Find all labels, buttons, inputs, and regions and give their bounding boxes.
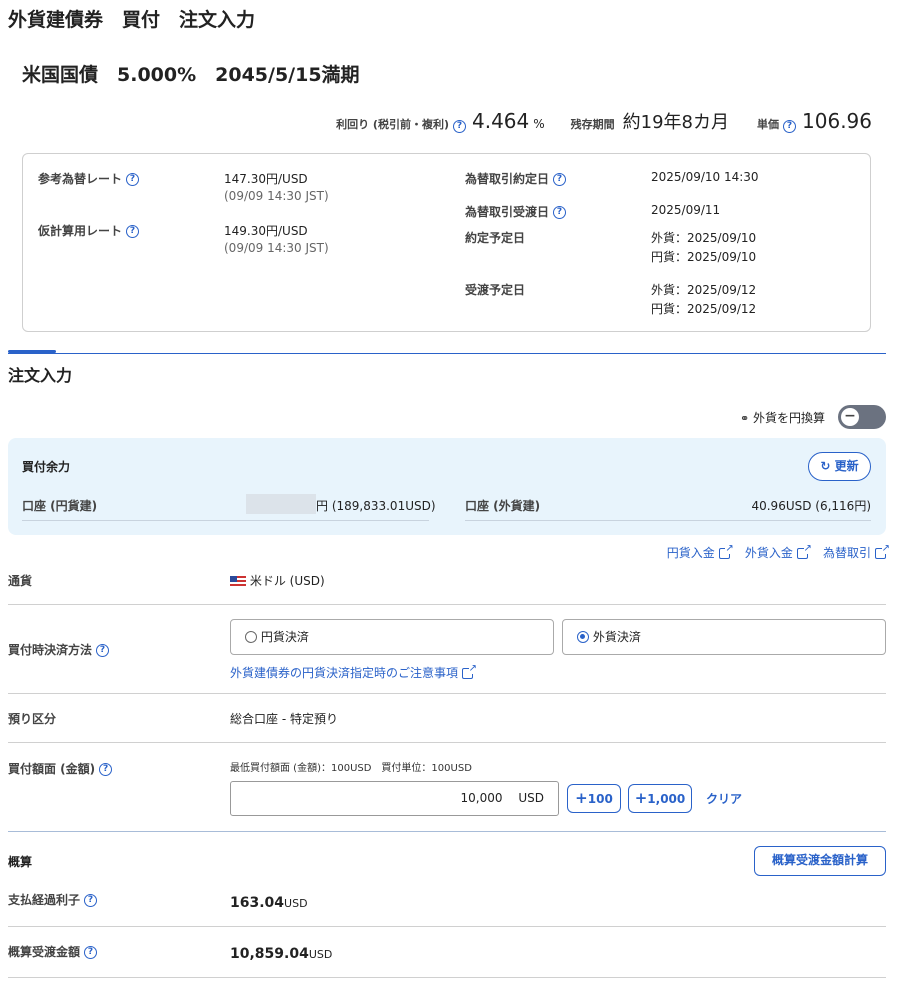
ref-rate-value: 147.30円/USD xyxy=(224,172,308,186)
deposit-links: 円貨入金 外貨入金 為替取引 xyxy=(560,542,890,561)
bond-name: 米国国債 5.000% 2045/5/15満期 xyxy=(22,64,360,86)
yield-label: 利回り (税引前・複利) xyxy=(336,118,449,131)
settlement-option-jpy[interactable]: 円貨決済 xyxy=(230,619,554,655)
toggle-knob-icon: − xyxy=(841,408,859,426)
help-icon[interactable]: ? xyxy=(126,225,140,238)
price-label: 単価 xyxy=(757,118,780,131)
settlement-label: 買付時決済方法? xyxy=(8,641,110,658)
settle-date-fx: 外貨：2025/09/12 xyxy=(651,283,757,297)
order-section-title: 注文入力 xyxy=(8,366,73,385)
external-link-icon xyxy=(718,544,734,559)
settlement-option-fx[interactable]: 外貨決済 xyxy=(562,619,886,655)
clear-link[interactable]: クリア xyxy=(706,790,742,807)
fx-trade-link[interactable]: 為替取引 xyxy=(823,544,890,560)
currency-label: 通貨 xyxy=(8,574,33,588)
divider xyxy=(22,520,429,521)
fx-account-value: 40.96USD (6,116円) xyxy=(751,499,871,513)
remaining-value: 約19年8カ月 xyxy=(622,112,730,133)
yen-conversion-toggle[interactable]: − xyxy=(838,405,886,429)
help-icon[interactable]: ? xyxy=(84,946,98,959)
custody-value: 総合口座 - 特定預り xyxy=(230,712,338,726)
external-link-icon xyxy=(875,544,890,559)
jpy-deposit-link[interactable]: 円貨入金 xyxy=(667,544,734,560)
calc-rate-label: 仮計算用レート? xyxy=(38,222,140,239)
ref-rate-time: (09/09 14:30 JST) xyxy=(224,189,329,203)
fx-settle-date-value: 2025/09/11 xyxy=(651,203,721,217)
fx-trade-date-label: 為替取引約定日? xyxy=(465,170,567,187)
currency-value: 米ドル (USD) xyxy=(230,572,325,589)
settle-date-jpy: 円貨：2025/09/12 xyxy=(651,302,757,316)
help-icon[interactable]: ? xyxy=(96,644,110,657)
plus-icon: + xyxy=(634,789,648,807)
masked-amount xyxy=(246,494,316,514)
trade-date-fx: 外貨：2025/09/10 xyxy=(651,231,757,245)
trade-date-jpy: 円貨：2025/09/10 xyxy=(651,250,757,264)
divider xyxy=(8,926,886,927)
radio-unchecked-icon xyxy=(245,630,257,643)
coins-icon: ⚭ xyxy=(740,412,750,425)
tab-indicator xyxy=(8,350,56,353)
fx-settle-date-label: 為替取引受渡日? xyxy=(465,203,567,220)
help-icon[interactable]: ? xyxy=(126,173,140,186)
total-value: 10,859.04USD xyxy=(230,946,333,962)
amount-value: 10,000 xyxy=(460,791,503,805)
accrued-label: 支払経過利子? xyxy=(8,891,98,908)
ref-rate-label: 参考為替レート? xyxy=(38,170,140,187)
settlement-note-link[interactable]: 外貨建債券の円貨決済指定時のご注意事項 xyxy=(230,664,478,681)
divider xyxy=(8,742,886,743)
plus-icon: + xyxy=(575,789,588,807)
price-value: 106.96 xyxy=(802,109,872,133)
radio-checked-icon xyxy=(577,630,589,643)
amount-input[interactable]: 10,000 USD xyxy=(230,781,559,816)
remaining-label: 残存期間 xyxy=(570,118,615,131)
yield-value: 4.464 xyxy=(471,109,530,133)
section-divider xyxy=(8,353,886,354)
divider xyxy=(8,693,886,694)
page-title: 外貨建債券 買付 注文入力 xyxy=(8,9,256,31)
fx-deposit-link[interactable]: 外貨入金 xyxy=(745,544,812,560)
amount-label: 買付額面 (金額)? xyxy=(8,760,113,777)
help-icon[interactable]: ? xyxy=(84,894,98,907)
help-icon[interactable]: ? xyxy=(553,206,567,219)
bond-metrics: 利回り (税引前・複利) ? 4.464 % 残存期間 約19年8カ月 単価 ?… xyxy=(300,108,872,138)
divider xyxy=(8,604,886,605)
refresh-icon: ↻ xyxy=(820,459,831,473)
accrued-value: 163.04USD xyxy=(230,895,308,911)
calc-rate-value: 149.30円/USD xyxy=(224,224,308,238)
divider xyxy=(465,520,871,521)
help-icon[interactable]: ? xyxy=(452,120,466,133)
refresh-button[interactable]: ↻ 更新 xyxy=(808,452,871,481)
help-icon[interactable]: ? xyxy=(553,173,567,186)
plus-1000-button[interactable]: +1,000 xyxy=(628,784,692,813)
estimate-title: 概算 xyxy=(8,855,33,869)
yield-unit: % xyxy=(533,117,545,131)
custody-label: 預り区分 xyxy=(8,712,57,726)
calc-rate-time: (09/09 14:30 JST) xyxy=(224,241,329,255)
plus-100-button[interactable]: +100 xyxy=(567,784,621,813)
yen-conversion-toggle-label: ⚭ 外貨を円換算 xyxy=(740,411,826,425)
amount-unit: USD xyxy=(518,791,544,805)
fx-account-label: 口座 (外貨建) xyxy=(465,499,541,513)
buying-power-title: 買付余力 xyxy=(22,460,71,474)
help-icon[interactable]: ? xyxy=(783,120,797,133)
jpy-account-value: 円 (189,833.01USD) xyxy=(316,499,436,513)
settle-date-label: 受渡予定日 xyxy=(465,283,526,297)
amount-hint: 最低買付額面 (金額)：100USD 買付単位：100USD xyxy=(230,763,472,774)
fx-trade-date-value: 2025/09/10 14:30 xyxy=(651,170,759,184)
divider xyxy=(8,977,886,978)
help-icon[interactable]: ? xyxy=(99,763,113,776)
jpy-account-label: 口座 (円貨建) xyxy=(22,499,98,513)
divider xyxy=(8,831,886,832)
external-link-icon xyxy=(462,664,478,679)
trade-date-label: 約定予定日 xyxy=(465,231,526,245)
us-flag-icon xyxy=(230,576,246,587)
calc-estimate-button[interactable]: 概算受渡金額計算 xyxy=(754,846,886,876)
external-link-icon xyxy=(796,544,812,559)
total-label: 概算受渡金額? xyxy=(8,943,98,960)
